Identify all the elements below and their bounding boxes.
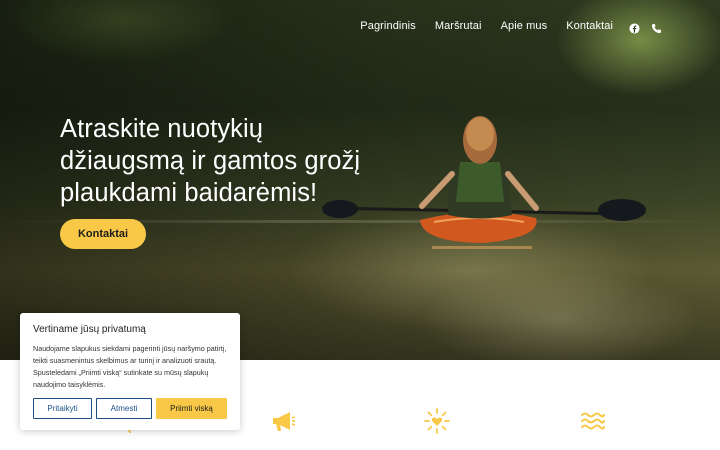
cookie-banner-actions: Pritaikyti Atmesti Priimti viską (33, 398, 227, 419)
hero-headline: Atraskite nuotykių džiaugsmą ir gamtos g… (60, 115, 361, 207)
contact-cta-button[interactable]: Kontaktai (60, 219, 146, 249)
cookie-banner-title: Vertiname jūsų privatumą (33, 324, 146, 335)
cookie-consent-banner: Vertiname jūsų privatumą Naudojame slapu… (20, 313, 240, 430)
sun-heart-icon (424, 408, 464, 438)
customize-cookies-button[interactable]: Pritaikyti (33, 398, 92, 419)
main-nav: Pagrindinis Maršrutai Apie mus Kontaktai (341, 20, 662, 34)
reject-cookies-button[interactable]: Atmesti (96, 398, 152, 419)
social-links (629, 21, 662, 34)
megaphone-icon (270, 408, 310, 438)
nav-link-about[interactable]: Apie mus (501, 20, 548, 32)
facebook-icon[interactable] (629, 21, 640, 34)
phone-icon[interactable] (651, 21, 662, 33)
cookie-banner-text: Naudojame slapukus siekdami pagerinti jū… (33, 344, 227, 389)
nav-link-home[interactable]: Pagrindinis (360, 20, 416, 32)
waves-icon (580, 408, 620, 438)
nav-link-routes[interactable]: Maršrutai (435, 20, 482, 32)
accept-all-cookies-button[interactable]: Priimti viską (156, 398, 227, 419)
nav-link-contacts[interactable]: Kontaktai (566, 20, 613, 32)
